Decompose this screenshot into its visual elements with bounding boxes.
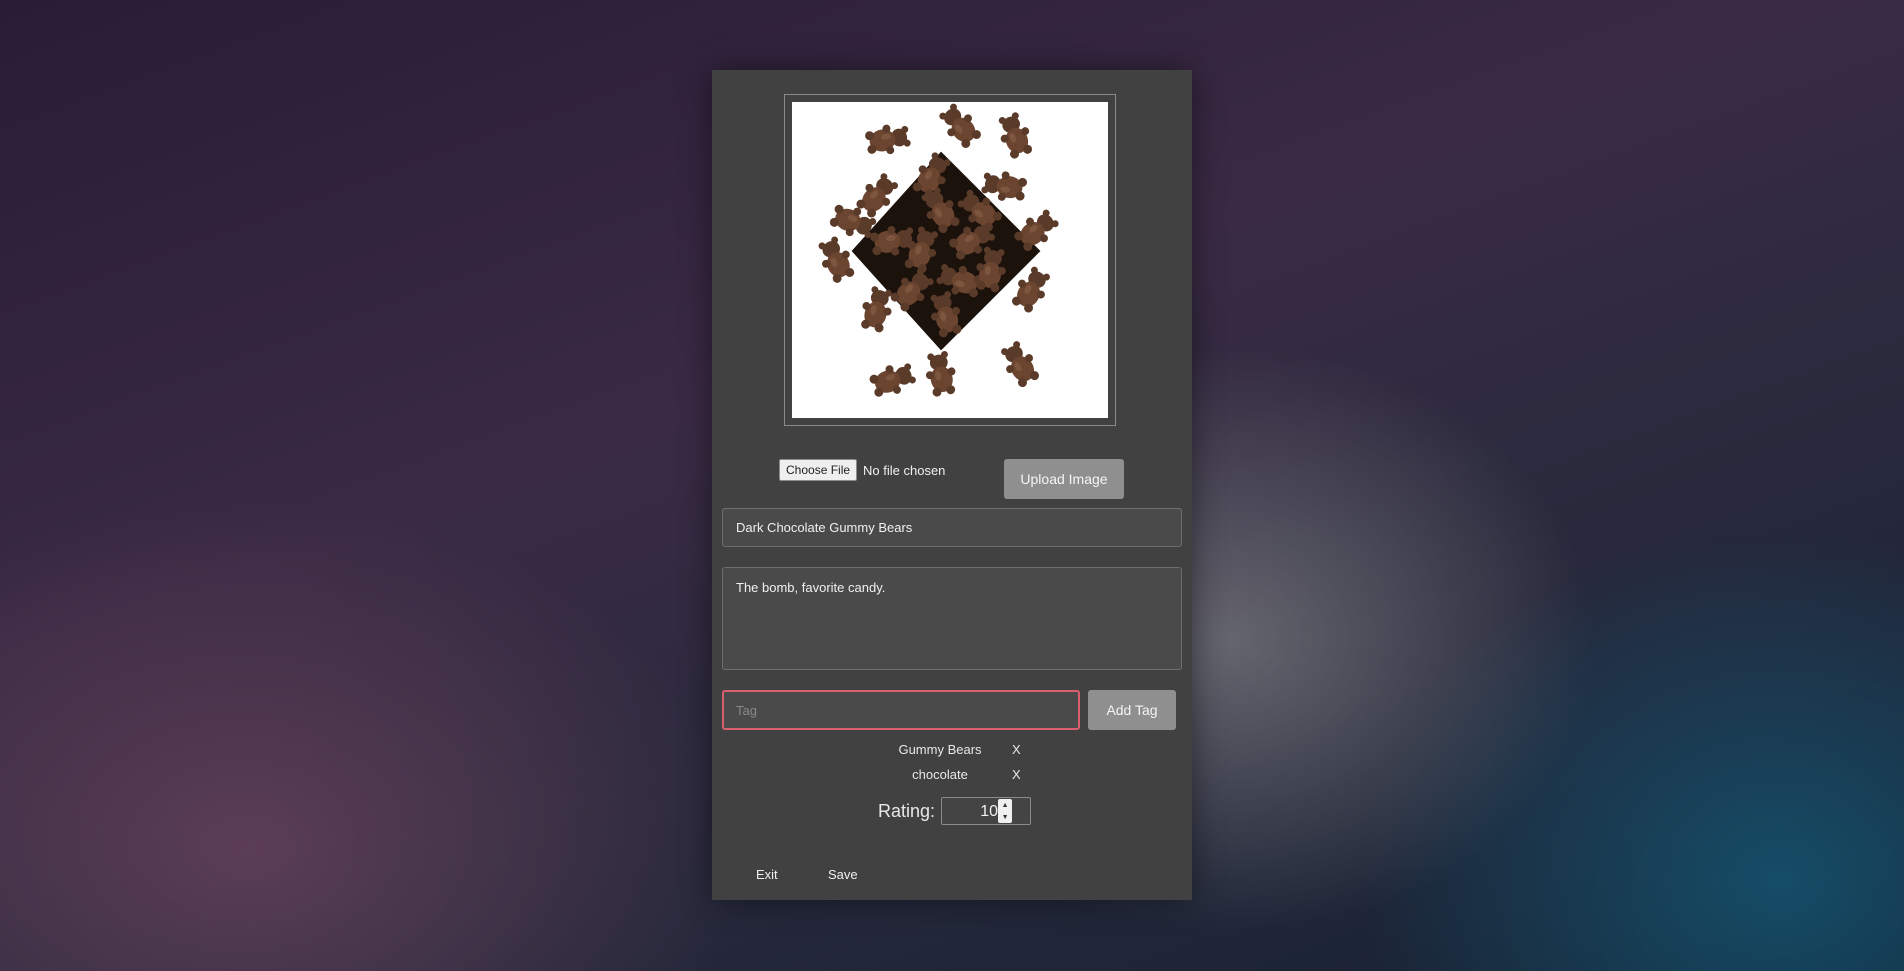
spin-up-icon[interactable]: ▲ [998,799,1012,811]
remove-tag-button[interactable]: X [1012,742,1024,757]
rating-value: 10 [980,803,999,820]
gummy-bears-image [813,102,1063,402]
rating-label: Rating: [878,800,936,821]
edit-item-dialog: Choose File No file chosen Upload Image … [712,70,1192,900]
file-input[interactable]: Choose File No file chosen [779,459,945,481]
choose-file-button[interactable]: Choose File [779,459,858,481]
exit-button[interactable]: Exit [748,863,786,886]
rating-control: Rating: 10 ▲ ▼ [878,797,1032,825]
upload-image-button[interactable]: Upload Image [1004,459,1124,499]
rating-input[interactable]: 10 ▲ ▼ [941,797,1032,825]
file-status: No file chosen [863,462,946,478]
tag-name: chocolate [912,767,968,782]
tag-item: chocolate X [712,765,1192,790]
name-input[interactable] [722,508,1182,547]
spin-down-icon[interactable]: ▼ [998,811,1012,823]
tag-name: Gummy Bears [898,742,982,757]
remove-tag-button[interactable]: X [1012,767,1024,782]
tag-item: Gummy Bears X [712,740,1192,765]
rating-spinner: ▲ ▼ [998,799,1013,823]
item-image [792,102,1108,418]
add-tag-button[interactable]: Add Tag [1088,690,1176,730]
image-preview-frame [784,94,1116,426]
tag-list: Gummy Bears X chocolate X [712,740,1192,790]
save-button[interactable]: Save [820,863,866,886]
tag-input[interactable] [722,690,1080,730]
description-textarea[interactable]: The bomb, favorite candy. [722,567,1182,670]
